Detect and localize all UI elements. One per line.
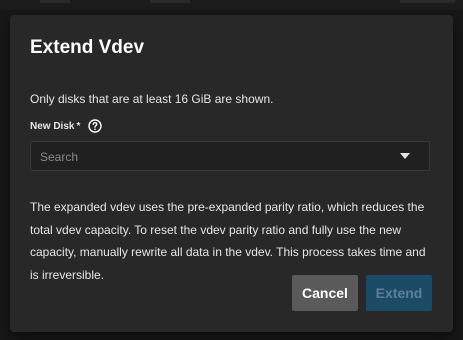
background-toolbar	[0, 0, 463, 10]
arrow-drop-down-icon	[400, 153, 410, 159]
new-disk-label: New Disk	[30, 120, 75, 132]
new-disk-label-row: New Disk *	[30, 119, 103, 133]
background-toolbar-segment	[40, 0, 70, 3]
disk-size-info: Only disks that are at least 16 GiB are …	[30, 92, 274, 106]
required-marker: *	[76, 120, 81, 132]
new-disk-search-placeholder: Search	[40, 150, 79, 164]
extend-vdev-dialog: Extend Vdev Only disks that are at least…	[10, 15, 453, 332]
help-circle-icon[interactable]	[88, 119, 103, 133]
parity-ratio-description: The expanded vdev uses the pre-expanded …	[30, 200, 426, 283]
background-toolbar-segment	[150, 0, 190, 3]
background-toolbar-segment	[400, 0, 455, 3]
extend-button[interactable]: Extend	[366, 275, 432, 311]
new-disk-select[interactable]: Search	[30, 141, 430, 171]
cancel-button[interactable]: Cancel	[292, 275, 358, 311]
dialog-title: Extend Vdev	[30, 37, 145, 58]
